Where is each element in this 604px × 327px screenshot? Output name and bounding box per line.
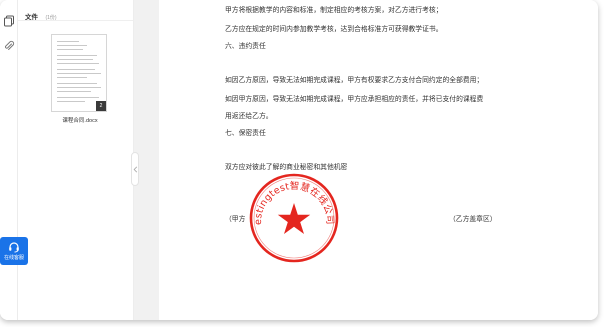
chevron-left-icon bbox=[133, 166, 138, 173]
thumb-text-line bbox=[57, 55, 97, 56]
file-thumbnail[interactable]: 2 bbox=[51, 34, 107, 112]
doc-paragraph: 如因甲方原因，导致无法如期完成课程，甲方应承担相应的责任，并将已支付的课程费 bbox=[225, 95, 484, 103]
panel-divider bbox=[18, 20, 133, 21]
thumb-text-line bbox=[57, 91, 91, 92]
document-stack-icon[interactable] bbox=[3, 15, 15, 27]
app-window: 文件 (1份) 2 课程合同.docx 甲方将根据教学的内容和标准，制定相应的考… bbox=[0, 0, 598, 320]
doc-paragraph: 甲方将根据教学的内容和标准，制定相应的考核方案，对乙方进行考核； bbox=[225, 6, 443, 14]
thumb-text-line bbox=[57, 59, 93, 60]
thumb-text-line bbox=[57, 77, 87, 78]
thumb-text-line bbox=[57, 69, 95, 70]
thumb-text-line bbox=[57, 87, 101, 88]
doc-heading: 六、违约责任 bbox=[225, 42, 266, 50]
thumb-text-line bbox=[57, 45, 87, 46]
thumb-text-line bbox=[57, 83, 97, 84]
thumb-text-line bbox=[57, 41, 79, 42]
thumb-text-line bbox=[57, 63, 99, 64]
document-viewer[interactable]: 甲方将根据教学的内容和标准，制定相应的考核方案，对乙方进行考核； 乙方应在规定的… bbox=[134, 0, 598, 320]
company-seal: estingtest智慧在线公司 bbox=[248, 172, 340, 264]
panel-header: 文件 (1份) bbox=[25, 6, 57, 21]
thumb-text-line bbox=[57, 49, 83, 50]
customer-service-button[interactable]: 在线客服 bbox=[0, 237, 28, 265]
doc-paragraph: 双方应对彼此了解的商业秘密和其他机密 bbox=[225, 163, 348, 171]
customer-service-label: 在线客服 bbox=[3, 255, 24, 261]
thumb-text-line bbox=[57, 97, 99, 98]
headset-icon bbox=[9, 242, 19, 253]
file-panel: 文件 (1份) 2 课程合同.docx bbox=[18, 0, 134, 320]
left-toolbar bbox=[0, 0, 18, 320]
doc-paragraph: 如因乙方原因，导致无法如期完成课程，甲方有权要求乙方支付合同约定的全部费用； bbox=[225, 76, 484, 84]
thumb-text-line bbox=[57, 101, 85, 102]
doc-paragraph: 用返还给乙方。 bbox=[225, 112, 273, 120]
document-page: 甲方将根据教学的内容和标准，制定相应的考核方案，对乙方进行考核； 乙方应在规定的… bbox=[159, 0, 598, 320]
panel-collapse-handle[interactable] bbox=[131, 152, 139, 186]
page-count-badge: 2 bbox=[96, 101, 106, 111]
thumb-text-line bbox=[57, 73, 101, 74]
party-a-seal-area: （甲方 bbox=[225, 215, 246, 223]
party-b-seal-area: （乙方盖章区） bbox=[449, 215, 497, 223]
doc-heading: 七、保密责任 bbox=[225, 129, 266, 137]
file-name[interactable]: 课程合同.docx bbox=[50, 116, 110, 124]
paperclip-icon[interactable] bbox=[3, 40, 15, 52]
doc-paragraph: 乙方应在规定的时间内参加教学考核，达到合格标准方可获得教学证书。 bbox=[225, 25, 443, 33]
